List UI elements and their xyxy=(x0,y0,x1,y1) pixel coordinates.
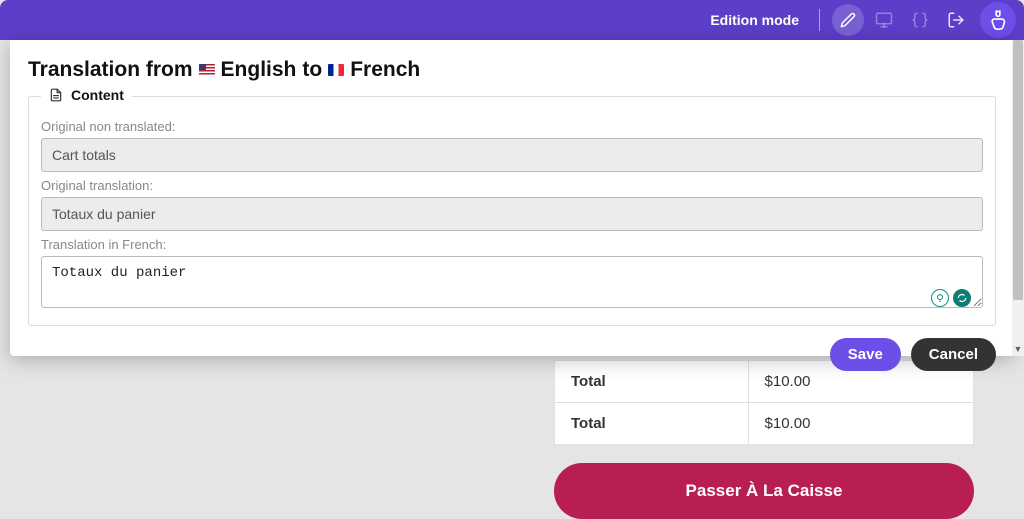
code-view-button[interactable] xyxy=(904,4,936,36)
label-translation-in: Translation in French: xyxy=(41,237,983,252)
exit-button[interactable] xyxy=(940,4,972,36)
document-icon xyxy=(49,88,63,102)
modal-scrollbar[interactable]: ▼ xyxy=(1012,40,1024,356)
topbar: Edition mode xyxy=(0,0,1024,40)
scrollbar-thumb[interactable] xyxy=(1013,40,1023,300)
translation-input[interactable] xyxy=(41,256,983,308)
edit-button[interactable] xyxy=(832,4,864,36)
translation-modal: Translation from English to French Conte… xyxy=(10,40,1014,356)
lightbulb-icon xyxy=(935,293,945,303)
flag-fr-icon xyxy=(328,64,344,76)
suggestion-button[interactable] xyxy=(931,289,949,307)
lang-to: French xyxy=(350,58,420,82)
content-fieldset: Content Original non translated: Origina… xyxy=(28,96,996,326)
label-original-translation: Original translation: xyxy=(41,178,983,193)
arrow-swap-icon xyxy=(957,293,967,303)
textarea-controls xyxy=(931,289,971,307)
apply-button[interactable] xyxy=(953,289,971,307)
save-button[interactable]: Save xyxy=(830,338,901,371)
exit-icon xyxy=(947,11,965,29)
brand-hand-icon xyxy=(987,9,1009,31)
modal-actions: Save Cancel xyxy=(28,338,996,371)
cancel-button[interactable]: Cancel xyxy=(911,338,996,371)
fieldset-legend: Content xyxy=(41,87,132,103)
pencil-icon xyxy=(840,12,856,28)
legend-text: Content xyxy=(71,87,124,103)
original-non-translated-field xyxy=(41,138,983,172)
desktop-view-button[interactable] xyxy=(868,4,900,36)
title-to: to xyxy=(302,58,322,82)
original-translation-field xyxy=(41,197,983,231)
topbar-divider xyxy=(819,9,820,31)
monitor-icon xyxy=(875,11,893,29)
table-row: Total $10.00 xyxy=(555,403,974,445)
braces-icon xyxy=(911,11,929,29)
row-label: Total xyxy=(555,403,749,445)
edition-mode-label: Edition mode xyxy=(710,12,799,28)
checkout-button[interactable]: Passer À La Caisse xyxy=(554,463,974,519)
lang-from: English xyxy=(221,58,297,82)
brand-button[interactable] xyxy=(980,2,1016,38)
cart-totals-table: Total $10.00 Total $10.00 xyxy=(554,360,974,445)
flag-us-icon xyxy=(199,64,215,76)
title-prefix: Translation from xyxy=(28,58,193,82)
modal-title: Translation from English to French xyxy=(28,58,996,82)
scroll-down-arrow[interactable]: ▼ xyxy=(1012,342,1024,356)
label-original-non-translated: Original non translated: xyxy=(41,119,983,134)
row-value: $10.00 xyxy=(748,403,973,445)
